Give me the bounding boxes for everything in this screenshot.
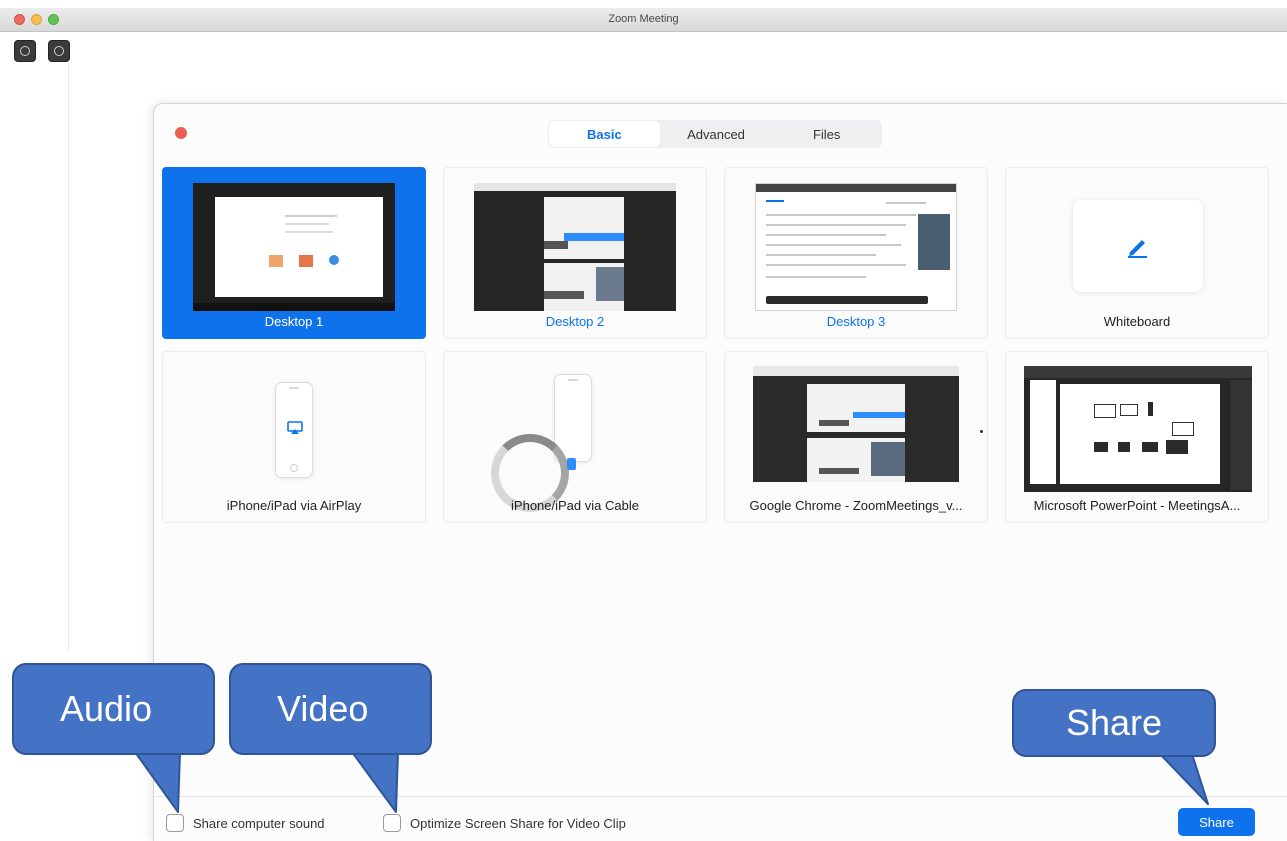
share-option-label: Whiteboard [1103,314,1171,329]
pencil-icon [1128,240,1147,258]
share-options-bar: Share computer sound Optimize Screen Sha… [154,796,1287,841]
tab-advanced[interactable]: Advanced [661,120,772,148]
share-tabs: Basic Advanced Files [548,120,882,148]
share-option-desktop-2[interactable]: Desktop 2 [443,167,707,339]
share-option-desktop-3[interactable]: Desktop 3 [724,167,988,339]
share-option-google-chrome[interactable]: Google Chrome - ZoomMeetings_v... [724,351,988,523]
share-option-airplay[interactable]: iPhone/iPad via AirPlay [162,351,426,523]
spinner-indicator [567,458,576,470]
desktop-2-thumbnail [474,183,676,311]
share-callout: Share [1012,689,1216,757]
checkbox-box[interactable] [166,814,184,832]
checkbox-label: Share computer sound [193,815,325,831]
share-option-label: Microsoft PowerPoint - MeetingsA... [1033,498,1241,513]
share-option-whiteboard[interactable]: Whiteboard [1005,167,1269,339]
desktop-3-thumbnail [755,183,957,311]
share-option-label: Desktop 1 [264,314,324,329]
share-option-powerpoint[interactable]: Microsoft PowerPoint - MeetingsA... [1005,351,1269,523]
video-callout: Video [229,663,432,755]
share-option-label: iPhone/iPad via Cable [511,498,639,513]
circle-icon [20,46,30,56]
window-title: Zoom Meeting [608,13,679,25]
share-option-label: Desktop 3 [826,314,886,329]
check-circle-icon [54,46,64,56]
view-options-button[interactable] [14,40,36,62]
checkbox-label: Optimize Screen Share for Video Clip [410,815,626,831]
secure-button[interactable] [48,40,70,62]
share-option-desktop-1[interactable]: Desktop 1 [162,167,426,339]
window-titlebar: Zoom Meeting [0,8,1287,32]
optimize-video-checkbox[interactable]: Optimize Screen Share for Video Clip [383,814,626,832]
phone-thumbnail [275,382,313,478]
tab-files[interactable]: Files [771,120,882,148]
tab-basic[interactable]: Basic [549,121,660,147]
chrome-window-thumbnail [753,366,959,482]
share-option-label: Google Chrome - ZoomMeetings_v... [749,498,963,513]
desktop-1-thumbnail [193,183,395,311]
checkbox-box[interactable] [383,814,401,832]
share-computer-sound-checkbox[interactable]: Share computer sound [166,814,325,832]
share-option-label: Desktop 2 [545,314,605,329]
whiteboard-thumbnail [1073,200,1203,292]
share-button[interactable]: Share [1178,808,1255,836]
share-option-label: iPhone/iPad via AirPlay [226,498,362,513]
share-option-cable[interactable]: iPhone/iPad via Cable [443,351,707,523]
background-divider [68,62,69,652]
audio-callout: Audio [12,663,215,755]
airplay-icon [287,421,303,434]
dialog-close-button[interactable] [175,127,187,139]
powerpoint-window-thumbnail [1024,366,1252,492]
